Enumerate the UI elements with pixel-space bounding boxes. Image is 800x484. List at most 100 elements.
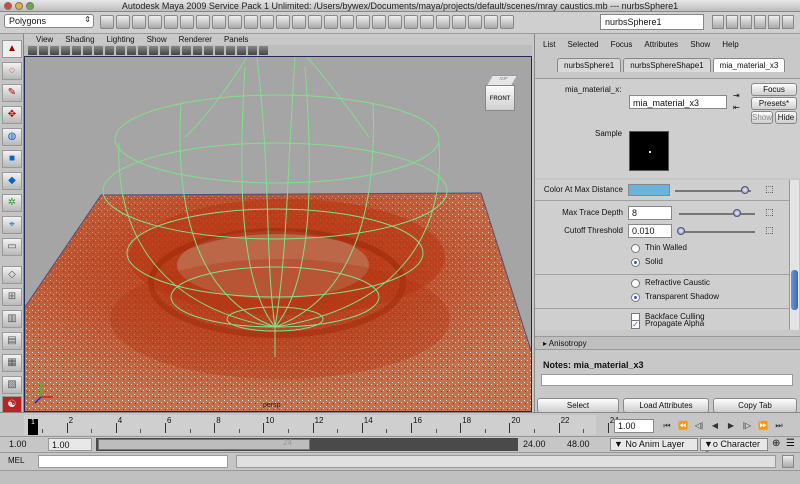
cutoff-threshold-knob[interactable] bbox=[677, 227, 685, 235]
layout-single-icon[interactable]: ◇ bbox=[2, 266, 22, 284]
copy-tab-button[interactable]: Copy Tab bbox=[713, 398, 797, 413]
range-slider-bar[interactable]: 24 bbox=[96, 438, 518, 451]
mask-joint-icon[interactable] bbox=[212, 15, 226, 29]
perspective-viewport[interactable]: TOP FRONT persp bbox=[24, 56, 532, 412]
tool-settings-toggle-icon[interactable] bbox=[726, 15, 738, 29]
two-d-pan-icon[interactable] bbox=[61, 46, 70, 55]
move-tool-icon[interactable]: ✥ bbox=[2, 106, 22, 124]
snap-grid-icon[interactable] bbox=[324, 15, 338, 29]
cutoff-threshold-slider[interactable] bbox=[679, 231, 755, 233]
ae-menu-attributes[interactable]: Attributes bbox=[644, 40, 678, 52]
command-input[interactable] bbox=[38, 455, 228, 468]
ae-scrollbar-thumb[interactable] bbox=[791, 270, 798, 310]
paint-select-tool-icon[interactable]: ✎ bbox=[2, 84, 22, 102]
node-name-field[interactable]: mia_material_x3 bbox=[629, 95, 727, 109]
layout-hypershade-icon[interactable]: ▧ bbox=[2, 376, 22, 394]
xray-components-icon[interactable] bbox=[237, 46, 246, 55]
menu-set-dropdown[interactable]: Polygons ⇕ bbox=[4, 14, 94, 28]
animation-preferences-icon[interactable]: ☰ bbox=[786, 438, 795, 449]
field-chart-icon[interactable] bbox=[116, 46, 125, 55]
mask-render-icon[interactable] bbox=[292, 15, 306, 29]
new-scene-icon[interactable] bbox=[100, 15, 114, 29]
color-at-max-distance-swatch[interactable] bbox=[628, 184, 670, 196]
go-to-input-icon[interactable]: ⇥ bbox=[733, 91, 743, 101]
mask-handle-icon[interactable] bbox=[196, 15, 210, 29]
material-sample-swatch[interactable] bbox=[629, 131, 669, 171]
safe-action-icon[interactable] bbox=[127, 46, 136, 55]
hypershade-icon[interactable] bbox=[468, 15, 482, 29]
end-time-field[interactable]: 48.00 bbox=[564, 438, 608, 451]
play-forwards-icon[interactable]: ▶ bbox=[724, 419, 738, 433]
anim-layer-dropdown[interactable]: ▼ No Anim Layer bbox=[610, 438, 698, 451]
solid-radio[interactable] bbox=[631, 258, 640, 267]
camera-attributes-icon[interactable] bbox=[28, 46, 37, 55]
history-icon[interactable] bbox=[404, 15, 418, 29]
go-to-output-icon[interactable]: ⇤ bbox=[733, 103, 743, 113]
playback-end-field[interactable]: 24.00 bbox=[520, 438, 560, 451]
render-icon[interactable] bbox=[420, 15, 434, 29]
playback-start-field[interactable]: 1.00 bbox=[48, 438, 92, 451]
hide-button[interactable]: Hide bbox=[775, 111, 797, 124]
safe-title-icon[interactable] bbox=[138, 46, 147, 55]
transparent-shadow-radio[interactable] bbox=[631, 293, 640, 302]
step-back-key-icon[interactable]: ◁| bbox=[692, 419, 706, 433]
layout-outliner-icon[interactable]: ▤ bbox=[2, 332, 22, 350]
lasso-tool-icon[interactable]: ◌ bbox=[2, 62, 22, 80]
select-object-icon[interactable] bbox=[164, 15, 178, 29]
mask-surface-icon[interactable] bbox=[244, 15, 258, 29]
live-surface-icon[interactable] bbox=[388, 15, 402, 29]
script-editor-icon[interactable] bbox=[782, 455, 794, 468]
snap-curve-icon[interactable] bbox=[340, 15, 354, 29]
panel-menu-show[interactable]: Show bbox=[147, 34, 167, 45]
wireframe-icon[interactable] bbox=[149, 46, 158, 55]
step-forward-icon[interactable]: ⏩ bbox=[756, 419, 770, 433]
auto-key-icon[interactable]: ⊕ bbox=[772, 438, 780, 449]
ae-menu-show[interactable]: Show bbox=[690, 40, 710, 52]
layout-four-icon[interactable]: ⊞ bbox=[2, 288, 22, 306]
ae-menu-help[interactable]: Help bbox=[722, 40, 738, 52]
max-trace-depth-slider[interactable] bbox=[679, 213, 755, 215]
snap-point-icon[interactable] bbox=[356, 15, 370, 29]
step-forward-key-icon[interactable]: |▷ bbox=[740, 419, 754, 433]
panel-menu-renderer[interactable]: Renderer bbox=[179, 34, 212, 45]
max-trace-depth-knob[interactable] bbox=[733, 209, 741, 217]
map-button-icon[interactable]: ⬚ bbox=[765, 184, 774, 195]
high-quality-icon[interactable] bbox=[248, 46, 257, 55]
ipr-render-icon[interactable] bbox=[436, 15, 450, 29]
command-language-label[interactable]: MEL bbox=[8, 456, 24, 465]
character-set-dropdown[interactable]: ▼o Character Set bbox=[700, 438, 768, 460]
gate-mask-icon[interactable] bbox=[105, 46, 114, 55]
scale-tool-icon[interactable]: ■ bbox=[2, 150, 22, 168]
color-at-max-distance-knob[interactable] bbox=[741, 186, 749, 194]
object-name-field[interactable]: nurbsSphere1 bbox=[600, 14, 704, 30]
panel-menu-view[interactable]: View bbox=[36, 34, 53, 45]
select-button[interactable]: Select bbox=[537, 398, 619, 413]
manipulator-tool-icon[interactable]: ◆ bbox=[2, 172, 22, 190]
textured-icon[interactable] bbox=[182, 46, 191, 55]
start-time-field[interactable]: 1.00 bbox=[6, 438, 46, 451]
show-button[interactable]: Show bbox=[751, 111, 773, 124]
tab-nurbs-sphere1[interactable]: nurbsSphere1 bbox=[557, 58, 622, 72]
use-lights-icon[interactable] bbox=[193, 46, 202, 55]
channel-box-toggle-icon[interactable] bbox=[740, 15, 752, 29]
layer-editor-toggle-icon[interactable] bbox=[754, 15, 766, 29]
xray-icon[interactable] bbox=[215, 46, 224, 55]
render-settings-icon[interactable] bbox=[452, 15, 466, 29]
map-button-icon[interactable]: ⬚ bbox=[765, 207, 774, 218]
select-hierarchy-icon[interactable] bbox=[148, 15, 162, 29]
open-scene-icon[interactable] bbox=[116, 15, 130, 29]
outliner-toggle-icon[interactable] bbox=[782, 15, 794, 29]
show-manipulator-icon[interactable]: ⌖ bbox=[2, 216, 22, 234]
view-cube-front[interactable]: FRONT bbox=[485, 85, 515, 111]
soft-mod-tool-icon[interactable]: ✲ bbox=[2, 194, 22, 212]
rotate-tool-icon[interactable]: ◍ bbox=[2, 128, 22, 146]
isolate-select-icon[interactable] bbox=[259, 46, 268, 55]
layout-graph-icon[interactable]: ▦ bbox=[2, 354, 22, 372]
xray-joints-icon[interactable] bbox=[226, 46, 235, 55]
presets-button[interactable]: Presets* bbox=[751, 97, 797, 110]
load-attributes-button[interactable]: Load Attributes bbox=[623, 398, 709, 413]
save-scene-icon[interactable] bbox=[132, 15, 146, 29]
mask-deform-icon[interactable] bbox=[260, 15, 274, 29]
select-component-icon[interactable] bbox=[180, 15, 194, 29]
step-back-icon[interactable]: ⏪ bbox=[676, 419, 690, 433]
